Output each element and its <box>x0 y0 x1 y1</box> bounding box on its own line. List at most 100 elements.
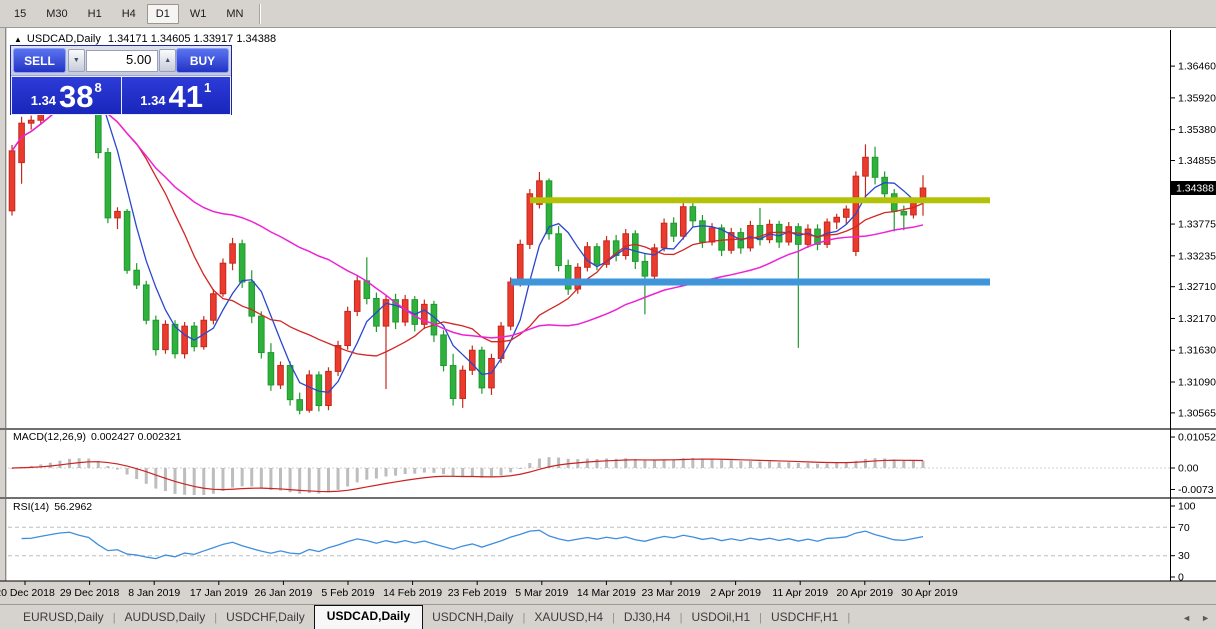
candle-body <box>661 223 667 248</box>
candle-body <box>28 120 34 123</box>
sell-price-box[interactable]: 1.34 38 8 <box>11 76 121 115</box>
macd-histogram-bar <box>672 459 675 468</box>
volume-increase-button[interactable]: ▲ <box>159 49 176 72</box>
macd-histogram-bar <box>193 468 196 495</box>
current-price-label: 1.34388 <box>1176 183 1214 195</box>
macd-histogram-bar <box>116 468 119 469</box>
macd-histogram-bar <box>413 468 416 474</box>
date-axis-label: 14 Feb 2019 <box>383 587 442 599</box>
candle-body <box>268 353 274 385</box>
candle-body <box>469 350 475 370</box>
macd-histogram-bar <box>327 468 330 492</box>
candle-body <box>882 177 888 193</box>
sell-button[interactable]: SELL <box>13 48 66 73</box>
macd-histogram-bar <box>221 468 224 491</box>
price-axis-label: 1.30565 <box>1178 407 1216 419</box>
date-axis-label: 8 Jan 2019 <box>128 587 180 599</box>
chart-ohlc-values: 1.34171 1.34605 1.33917 1.34388 <box>108 33 276 45</box>
buy-price-pipette: 1 <box>204 80 211 95</box>
candle-body <box>278 366 284 385</box>
candle-body <box>306 375 312 410</box>
tab-scroll-left-icon[interactable]: ◄ <box>1182 613 1191 623</box>
candle-body <box>623 234 629 256</box>
candle-body <box>143 285 149 320</box>
macd-histogram-bar <box>538 459 541 468</box>
price-axis-label: 1.33235 <box>1178 250 1216 262</box>
macd-histogram-bar <box>269 468 272 490</box>
price-axis-label: 1.32710 <box>1178 281 1216 293</box>
chart-tab-audusd[interactable]: AUDUSD,Daily <box>116 606 215 629</box>
macd-histogram-bar <box>135 468 138 479</box>
candle-body <box>843 209 849 217</box>
macd-axis-label: -0.0073 <box>1178 484 1214 496</box>
tab-scroll-right-icon[interactable]: ► <box>1201 613 1210 623</box>
timeframe-button-15[interactable]: 15 <box>5 4 35 24</box>
chart-tab-xauusd[interactable]: XAUUSD,H4 <box>525 606 612 629</box>
macd-histogram-bar <box>442 468 445 474</box>
macd-histogram-bar <box>787 462 790 468</box>
rsi-axis-label: 70 <box>1178 522 1190 534</box>
volume-decrease-button[interactable]: ▼ <box>68 49 85 72</box>
volume-input[interactable]: 5.00 <box>86 50 159 72</box>
candle-body <box>9 151 15 211</box>
macd-histogram-bar <box>375 468 378 479</box>
macd-histogram-bar <box>576 459 579 468</box>
date-axis-label: 20 Dec 2018 <box>0 587 55 599</box>
timeframe-button-w1[interactable]: W1 <box>181 4 216 24</box>
macd-histogram-bar <box>250 468 253 486</box>
candle-body <box>220 263 226 294</box>
macd-histogram-bar <box>509 468 512 472</box>
macd-histogram-bar <box>778 462 781 468</box>
chart-tab-usdoil[interactable]: USDOil,H1 <box>682 606 759 629</box>
candle-body <box>671 223 677 236</box>
candle-body <box>326 371 332 405</box>
buy-price-box[interactable]: 1.34 41 1 <box>121 76 232 115</box>
macd-histogram-bar <box>260 468 263 488</box>
macd-histogram-bar <box>308 468 311 493</box>
candle-body <box>517 244 523 282</box>
candle-body <box>412 300 418 325</box>
macd-histogram-bar <box>356 468 359 482</box>
macd-histogram-bar <box>289 468 292 492</box>
candle-body <box>287 366 293 400</box>
chart-tab-usdcad[interactable]: USDCAD,Daily <box>314 605 423 629</box>
candle-body <box>19 123 25 162</box>
candle-body <box>872 157 878 177</box>
timeframe-button-h4[interactable]: H4 <box>113 4 145 24</box>
macd-histogram-bar <box>864 459 867 468</box>
rsi-axis-label: 100 <box>1178 501 1196 513</box>
candle-body <box>508 282 514 326</box>
macd-histogram-bar <box>845 463 848 468</box>
chart-tab-dj30[interactable]: DJ30,H4 <box>615 606 680 629</box>
macd-name: MACD(12,26,9) <box>13 431 86 443</box>
macd-histogram-bar <box>749 461 752 468</box>
timeframe-button-mn[interactable]: MN <box>217 4 252 24</box>
chart-tab-usdchf[interactable]: USDCHF,H1 <box>762 606 847 629</box>
timeframe-button-m30[interactable]: M30 <box>37 4 76 24</box>
chart-tab-usdchf[interactable]: USDCHF,Daily <box>217 606 314 629</box>
candle-body <box>479 350 485 388</box>
candle-body <box>297 400 303 411</box>
timeframe-button-h1[interactable]: H1 <box>79 4 111 24</box>
price-axis-label: 1.31630 <box>1178 345 1216 357</box>
chart-tab-eurusd[interactable]: EURUSD,Daily <box>14 606 113 629</box>
macd-histogram-bar <box>365 468 368 480</box>
date-axis-label: 29 Dec 2018 <box>60 587 120 599</box>
price-axis-label: 1.36460 <box>1178 61 1216 73</box>
sell-price-prefix: 1.34 <box>31 93 56 108</box>
buy-button[interactable]: BUY <box>176 48 229 73</box>
macd-histogram-bar <box>346 468 349 486</box>
date-axis-label: 5 Mar 2019 <box>515 587 568 599</box>
timeframe-button-d1[interactable]: D1 <box>147 4 179 24</box>
chart-macd-separator <box>0 428 1216 430</box>
macd-histogram-bar <box>653 460 656 468</box>
chart-tab-usdcnh[interactable]: USDCNH,Daily <box>423 606 522 629</box>
collapse-arrow-icon[interactable]: ▲ <box>14 35 22 44</box>
candle-body <box>153 320 159 349</box>
macd-histogram-bar <box>279 468 282 491</box>
macd-histogram-bar <box>394 468 397 476</box>
buy-price-prefix: 1.34 <box>140 93 165 108</box>
macd-rsi-separator <box>0 497 1216 499</box>
macd-histogram-bar <box>701 459 704 468</box>
price-axis-label: 1.34855 <box>1178 155 1216 167</box>
